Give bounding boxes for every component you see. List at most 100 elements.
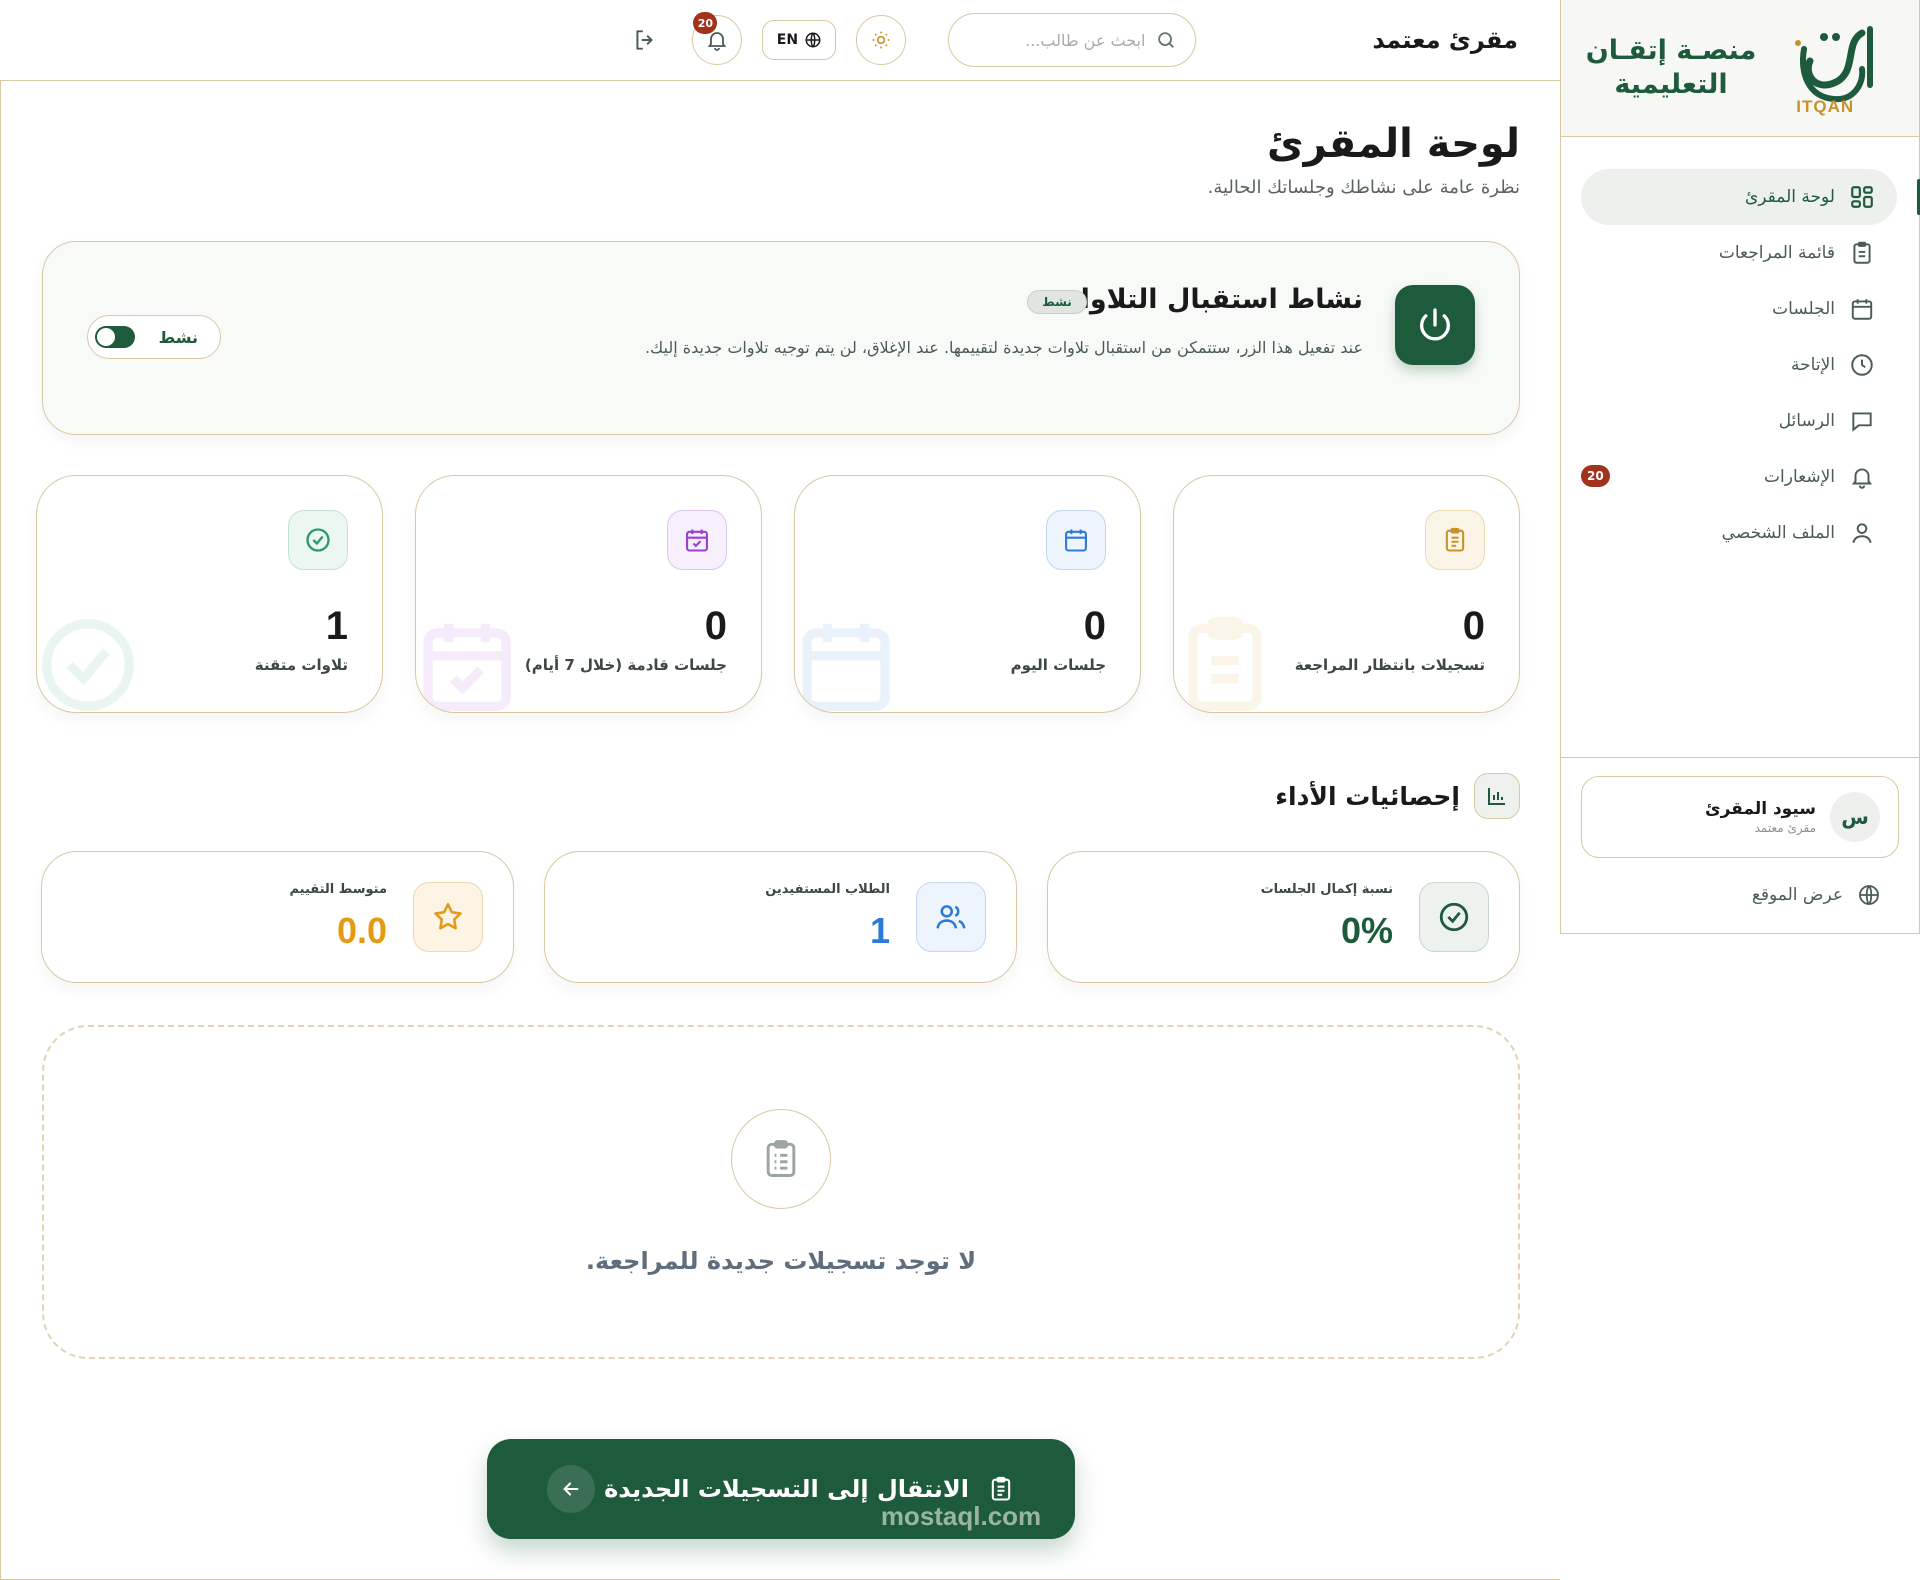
performance-header: إحصائيات الأداء: [1275, 773, 1520, 819]
user-icon: [1852, 523, 1872, 544]
clipboard-icon: [1853, 241, 1871, 264]
bell-icon: [1851, 468, 1873, 489]
language-label: EN: [776, 32, 799, 48]
sidebar-item-sessions[interactable]: الجلسات: [1581, 281, 1897, 337]
notifications-button[interactable]: 20: [692, 12, 743, 65]
notifications-count-badge: 20: [693, 12, 718, 34]
toggle-switch[interactable]: [94, 326, 135, 348]
perf-card-completion-rate: نسبة إكمال الجلسات 0%: [1047, 851, 1520, 983]
sidebar: ITQAN منصـة إتقـان التعليمية لوحة المقرئ…: [1560, 0, 1920, 934]
toggle-label: نشط: [158, 327, 198, 347]
power-icon-box: [1395, 285, 1475, 365]
search-placeholder: ابحث عن طالب...: [1025, 30, 1146, 50]
stat-icon-box: [1425, 510, 1485, 570]
perf-value: 0.0: [336, 910, 387, 951]
power-icon: [1420, 308, 1450, 341]
stat-label: جلسات قادمة (خلال 7 أيام): [524, 656, 727, 674]
perf-value: 1: [869, 910, 890, 951]
calendar-watermark-icon: [802, 623, 890, 711]
sidebar-item-label: الإتاحة: [1791, 355, 1835, 375]
check-circle-icon: [306, 528, 330, 552]
message-icon: [1852, 412, 1872, 432]
user-name: سيود المقرئ: [1705, 799, 1816, 819]
language-button[interactable]: EN: [762, 20, 837, 60]
arrow-left-icon: [547, 1465, 595, 1513]
sidebar-item-messages[interactable]: الرسائل: [1581, 393, 1897, 449]
sun-icon: [873, 31, 890, 49]
stat-card-mastered-recitations[interactable]: 1 تلاوات متقنة: [36, 475, 383, 713]
sidebar-item-label: الرسائل: [1778, 411, 1835, 431]
stat-label: تسجيلات بانتظار المراجعة: [1294, 656, 1485, 674]
calendar-icon: [1065, 529, 1087, 552]
stat-value: 1: [325, 604, 348, 648]
globe-icon: [1859, 885, 1879, 905]
dashboard-icon: [1851, 186, 1873, 208]
stat-icon-box: [667, 510, 727, 570]
sidebar-item-label: قائمة المراجعات: [1718, 243, 1835, 263]
search-input[interactable]: ابحث عن طالب...: [948, 13, 1197, 67]
topbar-title: مقرئ معتمد: [1372, 26, 1518, 54]
activity-toggle[interactable]: نشط: [87, 315, 221, 359]
perf-label: الطلاب المستفيدين: [765, 882, 890, 897]
activity-description: عند تفعيل هذا الزر، ستتمكن من استقبال تل…: [644, 338, 1363, 357]
sidebar-item-dashboard[interactable]: لوحة المقرئ: [1581, 169, 1920, 225]
go-to-new-recordings-button[interactable]: الانتقال إلى التسجيلات الجديدة: [487, 1439, 1075, 1539]
clipboard-icon: [1445, 527, 1465, 552]
perf-icon-box: [1419, 882, 1489, 952]
logout-button[interactable]: [628, 23, 662, 57]
globe-icon: [805, 32, 821, 48]
bar-chart-icon-box: [1474, 773, 1520, 819]
empty-icon-circle: [731, 1109, 831, 1209]
sidebar-item-label: الجلسات: [1772, 299, 1835, 319]
recitation-activity-card: نشاط استقبال التلاوات نشط عند تفعيل هذا …: [42, 241, 1520, 435]
perf-value: 0%: [1340, 910, 1393, 951]
clipboard-list-icon: [766, 1140, 796, 1177]
itqan-logo: ITQAN: [1774, 13, 1884, 123]
clock-icon: [1851, 354, 1873, 376]
stat-value: 0: [1462, 604, 1485, 648]
notifications-badge: 20: [1581, 465, 1610, 487]
clipboard-icon: [991, 1476, 1011, 1501]
brand-name-line1: منصـة إتقـان: [1585, 35, 1757, 66]
stat-value: 0: [1083, 604, 1106, 648]
check-circle-icon: [1439, 902, 1469, 932]
brand[interactable]: ITQAN منصـة إتقـان التعليمية: [1561, 0, 1919, 137]
stat-icon-box: [288, 510, 348, 570]
user-card[interactable]: س سيود المقرئ مقرئ معتمد: [1581, 776, 1899, 858]
perf-label: نسبة إكمال الجلسات: [1260, 882, 1393, 897]
page-title: لوحة المقرئ: [1267, 121, 1520, 167]
logout-icon: [636, 30, 654, 50]
sidebar-item-label: الملف الشخصي: [1721, 523, 1835, 543]
sidebar-item-notifications[interactable]: الإشعارات 20: [1581, 449, 1897, 505]
page-subtitle: نظرة عامة على نشاطك وجلساتك الحالية.: [1207, 177, 1520, 198]
perf-card-students: الطلاب المستفيدين 1: [544, 851, 1017, 983]
cta-label: الانتقال إلى التسجيلات الجديدة: [604, 1475, 969, 1503]
sidebar-item-reviews[interactable]: قائمة المراجعات: [1581, 225, 1897, 281]
perf-card-average-rating: متوسط التقييم 0.0: [41, 851, 514, 983]
calendar-icon: [1851, 299, 1873, 320]
perf-label: متوسط التقييم: [289, 882, 387, 897]
sidebar-item-availability[interactable]: الإتاحة: [1581, 337, 1897, 393]
perf-icon-box: [916, 882, 986, 952]
calendar-check-watermark-icon: [423, 623, 511, 711]
sidebar-item-label: لوحة المقرئ: [1744, 187, 1835, 207]
empty-message: لا توجد تسجيلات جديدة للمراجعة.: [585, 1247, 977, 1275]
perf-icon-box: [413, 882, 483, 952]
star-icon: [434, 902, 462, 930]
search-icon: [1158, 32, 1175, 48]
stat-card-today-sessions[interactable]: 0 جلسات اليوم: [794, 475, 1141, 713]
avatar: س: [1830, 792, 1880, 842]
topbar: مقرئ معتمد ابحث عن طالب... EN 20: [0, 0, 1560, 81]
theme-toggle-button[interactable]: [856, 15, 907, 65]
sidebar-footer: س سيود المقرئ مقرئ معتمد عرض الموقع: [1561, 757, 1919, 918]
view-site-link[interactable]: عرض الموقع: [1561, 872, 1919, 918]
stat-card-upcoming-sessions[interactable]: 0 جلسات قادمة (خلال 7 أيام): [415, 475, 762, 713]
stat-card-pending-recordings[interactable]: 0 تسجيلات بانتظار المراجعة: [1173, 475, 1520, 713]
sidebar-item-profile[interactable]: الملف الشخصي: [1581, 505, 1897, 561]
stat-value: 0: [704, 604, 727, 648]
logo-label: ITQAN: [1796, 97, 1855, 116]
activity-status-badge: نشط: [1027, 290, 1087, 314]
view-site-label: عرض الموقع: [1751, 885, 1843, 905]
clipboard-watermark-icon: [1188, 616, 1262, 711]
bar-chart-icon: [1488, 788, 1505, 805]
